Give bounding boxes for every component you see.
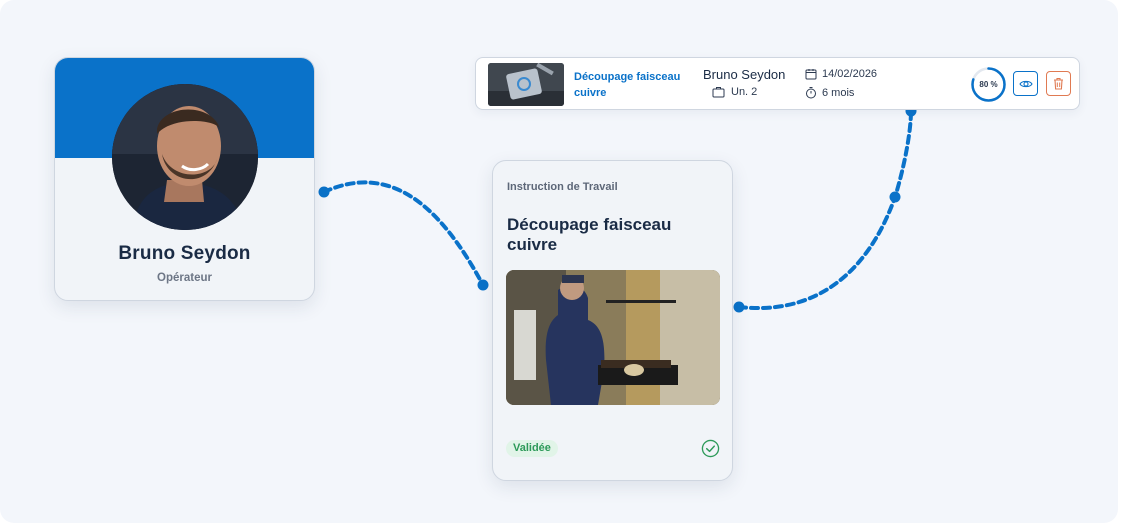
- task-operator: Bruno Seydon: [703, 67, 786, 82]
- status-badge: Validée: [506, 440, 558, 457]
- briefcase-icon: [712, 87, 725, 98]
- operator-card[interactable]: Bruno Seydon Opérateur: [54, 57, 315, 301]
- operator-name: Bruno Seydon: [118, 243, 251, 264]
- task-duration-label: 6 mois: [822, 86, 855, 99]
- stopwatch-icon: [806, 87, 816, 99]
- task-unit: Un. 2: [712, 86, 757, 98]
- operator-avatar: [112, 84, 258, 230]
- task-date-label: 14/02/2026: [822, 68, 878, 80]
- instruction-title: Découpage faisceau cuivre: [507, 215, 672, 254]
- progress-label: 80 %: [979, 80, 998, 89]
- instruction-card[interactable]: Instruction de Travail Découpage faiscea…: [492, 160, 733, 481]
- task-date: 14/02/2026: [805, 68, 877, 80]
- task-thumbnail: [488, 63, 564, 106]
- delete-button[interactable]: [1046, 71, 1071, 96]
- task-title[interactable]: Découpage faisceau cuivre: [574, 69, 699, 101]
- trash-icon: [1054, 77, 1063, 90]
- operator-role: Opérateur: [157, 272, 212, 284]
- eye-icon: [1018, 80, 1033, 87]
- task-row[interactable]: Découpage faisceau cuivre Bruno Seydon U…: [475, 57, 1080, 110]
- task-unit-label: Un. 2: [731, 86, 758, 98]
- instruction-photo: [506, 270, 720, 405]
- calendar-icon: [805, 69, 817, 80]
- instruction-kicker: Instruction de Travail: [507, 181, 618, 193]
- view-button[interactable]: [1013, 71, 1038, 96]
- task-duration: 6 mois: [805, 86, 854, 99]
- check-circle-icon: [701, 439, 720, 458]
